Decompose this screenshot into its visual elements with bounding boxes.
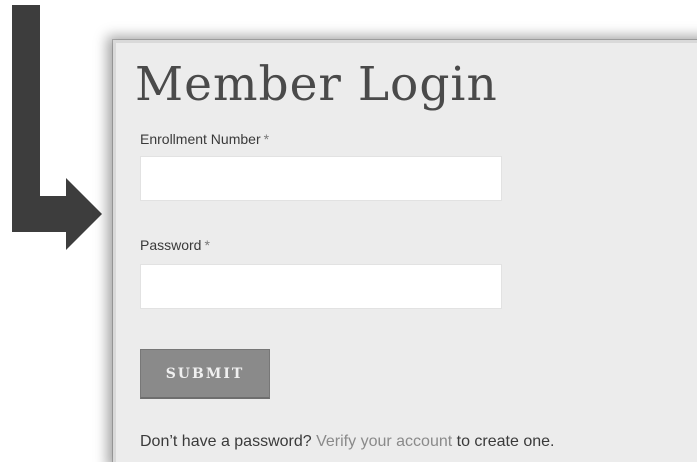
footer-suffix: to create one.	[456, 433, 555, 450]
verify-account-prompt: Don’t have a password? Verify your accou…	[140, 433, 554, 451]
l-shaped-arrow-icon	[12, 5, 102, 250]
submit-button[interactable]: SUBMIT	[140, 349, 270, 399]
footer-prefix: Don’t have a password?	[140, 433, 312, 450]
required-asterisk: *	[204, 237, 210, 253]
login-panel: Member Login Enrollment Number * Password…	[113, 40, 697, 462]
password-label: Password *	[140, 237, 210, 253]
password-label-text: Password	[140, 237, 202, 253]
login-form: Member Login Enrollment Number * Password…	[135, 43, 697, 462]
required-asterisk: *	[263, 131, 270, 147]
enrollment-number-label: Enrollment Number *	[140, 131, 269, 147]
enrollment-number-input[interactable]	[140, 156, 502, 201]
password-input[interactable]	[140, 264, 502, 309]
enrollment-number-label-text: Enrollment Number	[140, 131, 261, 147]
screenshot-stage: Member Login Enrollment Number * Password…	[0, 0, 697, 462]
page-title: Member Login	[135, 57, 498, 112]
verify-account-link[interactable]: Verify your account	[316, 433, 452, 450]
